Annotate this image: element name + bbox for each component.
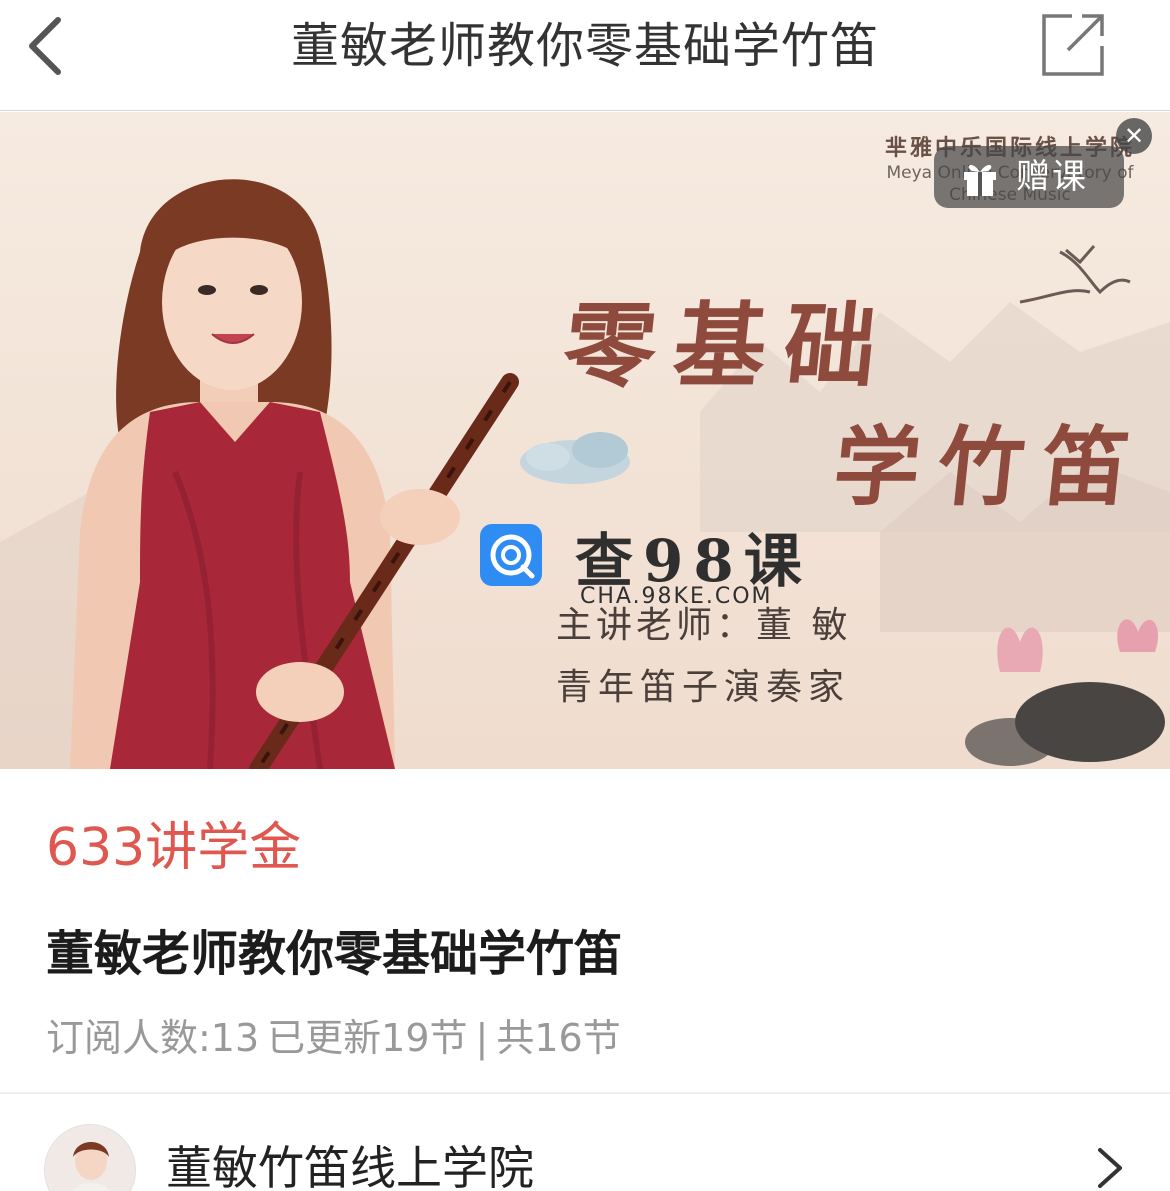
avatar xyxy=(44,1124,136,1191)
total-count: 共16节 xyxy=(496,1016,621,1060)
chevron-right-icon xyxy=(1098,1148,1122,1188)
share-button[interactable] xyxy=(1042,14,1104,76)
cloud-ornament xyxy=(520,432,630,484)
meta-separator: | xyxy=(475,1016,489,1060)
updated-count: 已更新19节 xyxy=(267,1016,468,1060)
watermark-logo-icon xyxy=(480,524,542,586)
course-price: 633讲学金 xyxy=(46,818,302,878)
close-gift-button[interactable]: ✕ xyxy=(1116,118,1152,154)
chevron-left-icon xyxy=(29,17,61,75)
back-button[interactable] xyxy=(22,14,74,78)
share-external-icon xyxy=(1042,14,1104,76)
course-title: 董敏老师教你零基础学竹笛 xyxy=(46,926,623,982)
avatar-image xyxy=(45,1125,135,1191)
course-banner[interactable]: 芈雅中乐国际线上学院 Meya Online Conservatory of C… xyxy=(0,112,1170,769)
lotus-ornament xyxy=(965,619,1165,766)
gift-label: 赠课 xyxy=(1016,157,1088,197)
top-navbar: 董敏老师教你零基础学竹笛 xyxy=(0,0,1170,111)
subscriber-count: 订阅人数:13 xyxy=(46,1016,260,1060)
author-row[interactable]: 董敏竹笛线上学院 xyxy=(0,1094,1170,1191)
author-name: 董敏竹笛线上学院 xyxy=(166,1141,534,1191)
banner-teacher-title: 青年笛子演奏家 xyxy=(556,667,851,708)
banner-teacher: 主讲老师：董 敏 xyxy=(556,605,852,646)
banner-headline-2: 学竹笛 xyxy=(828,417,1152,518)
course-meta: 订阅人数:13 已更新19节 | 共16节 xyxy=(46,1010,629,1066)
gift-course-button[interactable]: 赠课 xyxy=(934,146,1124,208)
banner-headline-1: 零基础 xyxy=(558,292,900,400)
gift-icon xyxy=(964,164,996,196)
page-title: 董敏老师教你零基础学竹笛 xyxy=(290,18,879,74)
course-detail-page: 董敏老师教你零基础学竹笛 Meya of 赠课 ✕ 零基础 学竹笛 查98课 C… xyxy=(0,0,1170,1191)
crane-bird xyxy=(1019,245,1131,304)
teacher-portrait xyxy=(70,179,519,769)
